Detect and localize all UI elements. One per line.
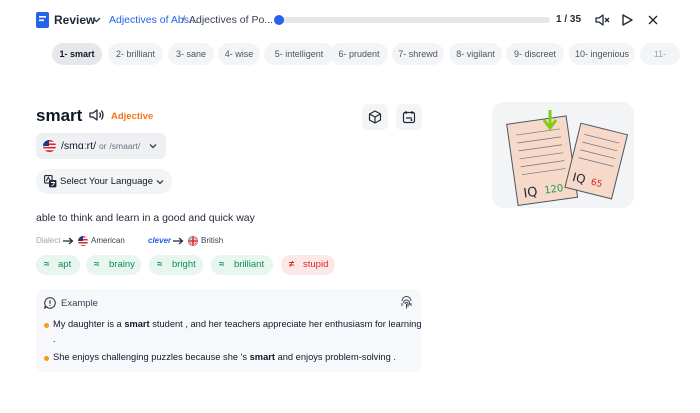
not-equal-icon: ≠ [289,259,295,270]
highlight-word: smart [124,319,150,329]
sentence-text: and enjoys problem-solving . [277,352,396,362]
tab-smart[interactable]: 1- smart [52,43,102,65]
bullet [44,356,49,361]
chevron-down-icon [156,180,164,185]
arrow-right-icon [173,237,184,245]
tab-shrewd[interactable]: 7- shrewd [392,43,444,65]
tab-brilliant[interactable]: 2- brilliant [108,43,163,65]
tab-vigilant[interactable]: 8- vigilant [449,43,502,65]
highlight-word: smart [249,352,275,362]
progress-count: 1 / 35 [556,14,582,25]
antonym-label: stupid [303,259,329,270]
chevron-down-icon[interactable] [92,15,101,24]
play-outline-icon[interactable] [619,12,635,28]
sentence-text: She enjoys challenging puzzles because s… [53,352,248,362]
cube-icon [368,110,382,124]
word-illustration: IQ 120 IQ 65 [492,102,634,208]
language-select-label: Select Your Language [60,176,153,187]
pronunciation-select[interactable]: /smɑːrt/ or /smaart/ [36,133,166,159]
synonym-label: bright [172,259,196,270]
breadcrumb-current: Adjectives of Po... [189,14,274,26]
synonym-chip[interactable]: ≈ brilliant [211,255,273,275]
us-flag-icon [43,140,56,152]
speaker-mute-icon[interactable] [594,12,610,28]
synonym-label: apt [58,259,72,270]
example-title: Example [61,298,98,309]
synonym-chip[interactable]: ≈ apt [36,255,80,275]
antonym-chip[interactable]: ≠ stupid [281,255,335,275]
sentence-text: My daughter is a [53,319,122,329]
fingerprint-icon[interactable] [400,296,413,310]
notebook-icon [36,12,49,28]
approx-icon: ≈ [94,259,100,270]
sentence-end: . [53,334,56,344]
top-bar: Review Adjectives of Abs... / Adjectives… [0,0,700,40]
approx-icon: ≈ [219,259,225,270]
flashcard-icon [402,111,416,124]
dialect-row: Dialect American clever British [36,235,336,247]
tab-wise[interactable]: 4- wise [218,43,260,65]
pronunciation-ipa: /smɑːrt/ [61,140,97,152]
breadcrumb-separator: / [182,14,185,26]
bullet [44,323,49,328]
part-of-speech: Adjective [111,111,154,122]
pronunciation-or: or [98,141,107,151]
progress-bar [274,15,550,25]
tab-ingenious[interactable]: 10- ingenious [569,43,635,65]
sentence-text: student , and her teachers appreciate he… [152,319,422,329]
uk-flag-icon [188,236,198,246]
example-card: Example My daughter is a smart student ,… [36,289,422,372]
example-sentence: She enjoys challenging puzzles because s… [53,352,396,362]
dialect-word[interactable]: clever [148,236,171,245]
word-title: smart [36,106,83,125]
speaker-icon[interactable] [88,107,105,123]
definition: able to think and learn in a good and qu… [36,212,255,224]
example-sentence: My daughter is a smart student , and her… [53,319,422,329]
us-flag-icon [78,236,88,246]
quote-bubble-icon [44,297,56,309]
language-select[interactable]: Select Your Language [36,169,172,194]
dialect-from: American [91,236,125,245]
approx-icon: ≈ [44,259,50,270]
cube-button[interactable] [362,104,388,130]
pronunciation-alt: /smaart/ [109,141,141,151]
tab-sane[interactable]: 3- sane [168,43,214,65]
arrow-right-icon [63,237,74,245]
pronunciation-text: /smɑːrt/ or /smaart/ [61,140,140,152]
flashcard-button[interactable] [396,104,422,130]
review-label[interactable]: Review [54,13,95,27]
synonym-label: brainy [109,259,135,270]
approx-icon: ≈ [157,259,163,270]
word-tabs: 1- smart 2- brilliant 3- sane 4- wise 5-… [52,43,700,65]
iq-test-papers-image: IQ 120 IQ 65 [506,110,629,207]
tab-prudent[interactable]: 6- prudent [330,43,388,65]
chevron-down-icon [149,144,157,149]
tab-next[interactable]: 11- [640,43,680,65]
synonym-chip[interactable]: ≈ brainy [86,255,141,275]
translate-icon [44,175,57,188]
tab-discreet[interactable]: 9- discreet [506,43,564,65]
close-icon[interactable] [645,12,661,28]
dialect-label: Dialect [36,236,61,245]
tab-intelligent[interactable]: 5- intelligent [264,43,334,65]
paper-label: IQ [523,185,539,202]
synonym-chip[interactable]: ≈ bright [149,255,203,275]
progress-handle [274,15,284,25]
synonym-label: brilliant [234,259,265,270]
dialect-to: British [201,236,224,245]
